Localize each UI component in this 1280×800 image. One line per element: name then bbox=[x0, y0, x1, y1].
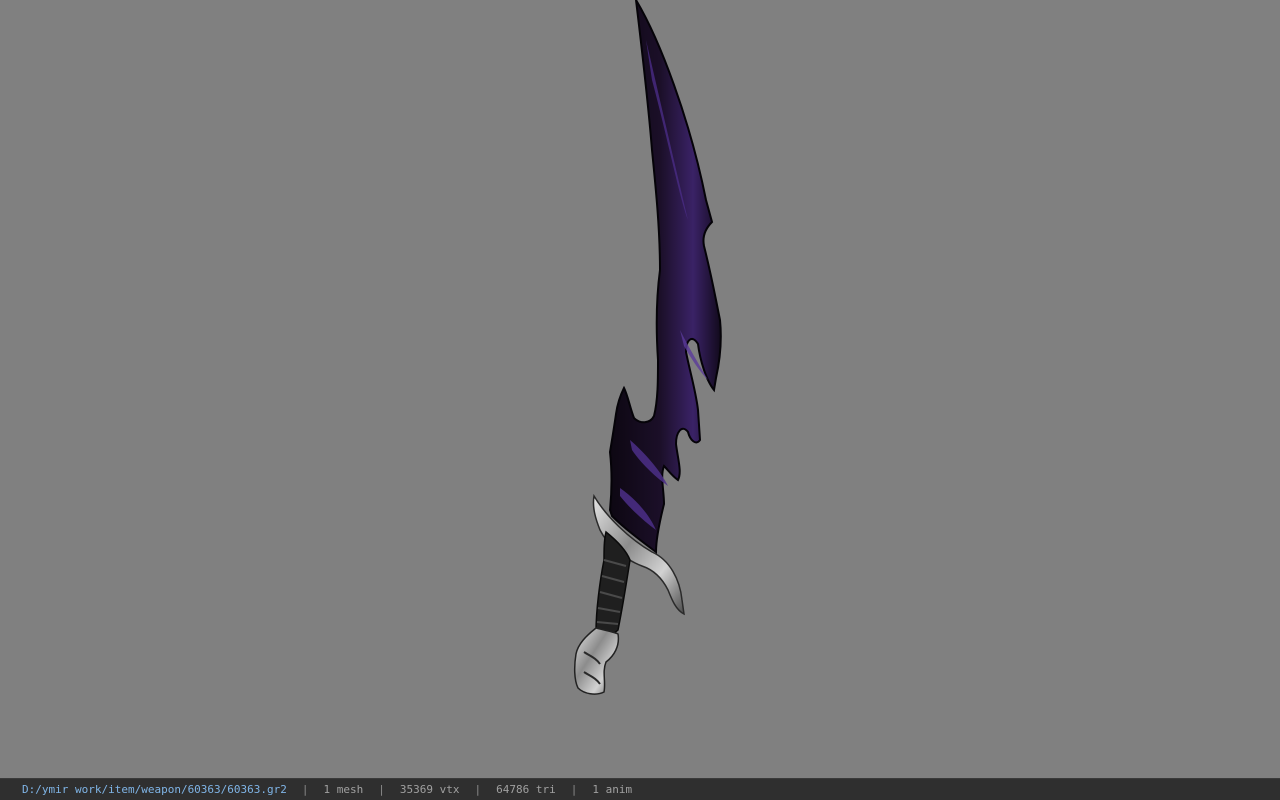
separator: | bbox=[301, 783, 309, 796]
sword-model-render bbox=[573, 0, 722, 695]
vertex-count: 35369 vtx bbox=[399, 783, 460, 796]
triangle-count: 64786 tri bbox=[496, 783, 556, 796]
status-bar: D:/ymir work/item/weapon/60363/60363.gr2… bbox=[0, 778, 1280, 800]
mesh-count: 1 mesh bbox=[323, 783, 364, 796]
file-path: D:/ymir work/item/weapon/60363/60363.gr2 bbox=[22, 783, 287, 796]
model-viewport[interactable] bbox=[0, 0, 1280, 778]
separator: | bbox=[474, 783, 482, 796]
sword-blade bbox=[608, 0, 722, 554]
anim-count: 1 anim bbox=[592, 783, 633, 796]
separator: | bbox=[378, 783, 385, 796]
separator: | bbox=[570, 783, 578, 796]
